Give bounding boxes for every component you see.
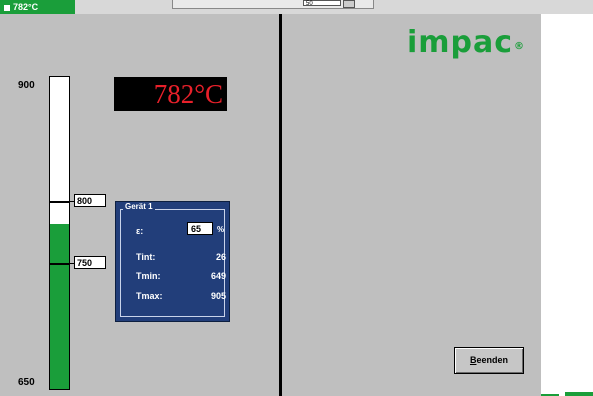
tint-label: Tint:: [136, 252, 156, 262]
temperature-display: 782°C: [114, 77, 227, 111]
tmin-value: 649: [210, 271, 226, 281]
epsilon-label: ε:: [136, 226, 144, 236]
tmin-row: Tmin: 649: [136, 271, 226, 281]
epsilon-unit: %: [217, 225, 225, 234]
tmax-value: 905: [210, 291, 226, 301]
tmin-label: Tmin:: [136, 271, 161, 281]
gauge-marker-lower: [50, 263, 69, 266]
gauge-fill: [50, 224, 69, 389]
epsilon-input[interactable]: 65: [187, 222, 213, 235]
tmax-label: Tmax:: [136, 291, 163, 301]
impac-logo: impac®: [407, 25, 526, 60]
scale-max-label: 900: [18, 80, 35, 91]
tint-value: 26: [215, 252, 226, 262]
device-title: Gerät 1: [123, 202, 155, 211]
window-icon: [4, 4, 10, 11]
marker-upper-input[interactable]: 800: [74, 193, 106, 207]
tint-row: Tint: 26: [136, 252, 226, 262]
panel-divider: [279, 14, 282, 396]
marker-lower-input[interactable]: 750: [74, 256, 106, 270]
tmax-row: Tmax: 905: [136, 291, 226, 301]
corner-area: [541, 382, 593, 396]
dialog-spin-icon[interactable]: [343, 0, 355, 8]
background-dialog: 50: [172, 0, 374, 9]
scale-min-label: 650: [18, 377, 35, 388]
temperature-gauge: [49, 76, 70, 390]
device-panel: Gerät 1 ε: 65 % Tint: 26 Tmin: 649 Tmax:…: [115, 201, 230, 322]
window-title-tab[interactable]: 782°C: [0, 0, 75, 14]
window-title: 782°C: [13, 2, 39, 12]
exit-button[interactable]: Beenden: [454, 347, 524, 374]
gauge-marker-upper: [50, 200, 69, 203]
dialog-input[interactable]: 50: [303, 0, 341, 7]
